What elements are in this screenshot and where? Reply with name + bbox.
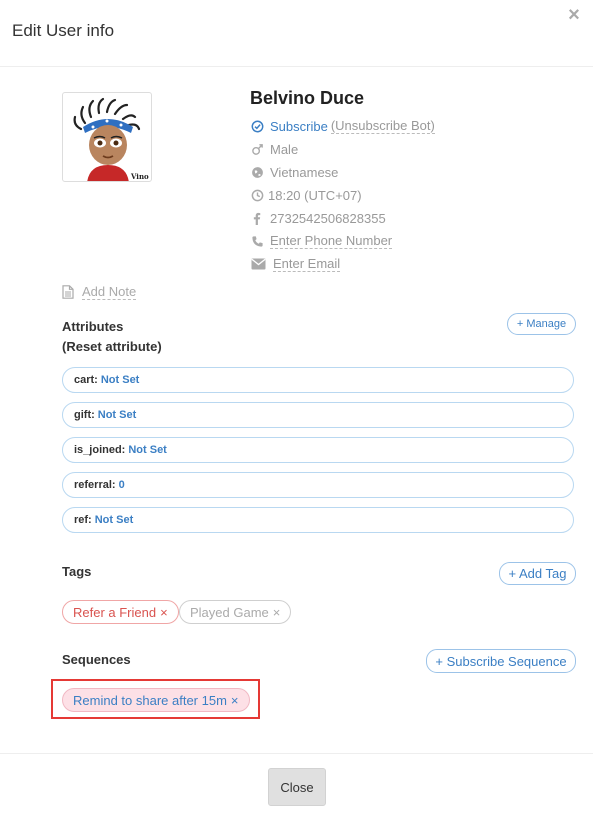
note-icon [62, 285, 74, 299]
remove-sequence-icon[interactable]: × [231, 693, 239, 708]
tag-label: Refer a Friend [73, 604, 157, 620]
attribute-value: Not Set [128, 444, 167, 456]
timezone-value: 18:20 (UTC+07) [268, 187, 362, 203]
email-row: Enter Email [250, 255, 341, 273]
attribute-value: Not Set [97, 409, 137, 421]
profile-name: Belvino Duce [250, 88, 365, 108]
attribute-key: is_joined: [74, 444, 126, 456]
phone-icon [250, 234, 264, 248]
attribute-row[interactable]: gift: Not Set [62, 402, 574, 428]
clock-icon [250, 188, 264, 202]
close-icon[interactable]: × [565, 5, 583, 25]
facebook-row: 2732542506828355 [250, 209, 386, 227]
sequence-chip[interactable]: Remind to share after 15m × [62, 688, 250, 712]
modal-header: Edit User info × [0, 0, 593, 67]
phone-input[interactable]: Enter Phone Number [270, 233, 393, 249]
avatar: Vino [62, 92, 152, 182]
remove-tag-icon[interactable]: × [160, 605, 168, 620]
avatar-caption: Vino [130, 172, 149, 181]
check-circle-icon [250, 119, 264, 133]
attribute-row[interactable]: ref: Not Set [62, 507, 574, 533]
add-note-label: Add Note [82, 284, 137, 300]
attribute-key: referral: [74, 479, 116, 491]
tag-chip[interactable]: Refer a Friend × [62, 600, 179, 624]
gender-value: Male [270, 141, 299, 157]
add-note[interactable]: Add Note [62, 284, 137, 300]
attributes-title: Attributes [62, 319, 124, 334]
attribute-row[interactable]: referral: 0 [62, 472, 574, 498]
attribute-row[interactable]: cart: Not Set [62, 367, 574, 393]
gender-row: Male [250, 140, 298, 158]
subscribe-row: Subscribe (Unsubscribe Bot) [250, 117, 435, 135]
tags-title: Tags [62, 564, 92, 579]
male-icon [250, 142, 264, 156]
facebook-icon [250, 211, 264, 225]
tag-chip[interactable]: Played Game × [179, 600, 292, 624]
attribute-value: 0 [118, 479, 125, 491]
globe-icon [250, 165, 264, 179]
attribute-value: Not Set [94, 514, 134, 526]
envelope-icon [250, 257, 266, 271]
attribute-value: Not Set [100, 374, 140, 386]
subscribe-sequence-button[interactable]: + Subscribe Sequence [426, 649, 576, 673]
unsubscribe-link[interactable]: (Unsubscribe Bot) [330, 118, 435, 134]
attribute-key: cart: [74, 374, 98, 386]
email-input[interactable]: Enter Email [273, 256, 341, 272]
modal-title: Edit User info [12, 21, 115, 40]
manage-attributes-button[interactable]: + Manage [507, 313, 576, 335]
close-button[interactable]: Close [268, 768, 326, 806]
sequence-label: Remind to share after 15m [73, 692, 227, 708]
locale-value: Vietnamese [270, 164, 339, 180]
locale-row: Vietnamese [250, 163, 338, 181]
attribute-row[interactable]: is_joined: Not Set [62, 437, 574, 463]
phone-row: Enter Phone Number [250, 232, 393, 250]
timezone-row: 18:20 (UTC+07) [250, 186, 362, 204]
tag-label: Played Game [190, 604, 269, 620]
subscribe-status: Subscribe [270, 118, 328, 134]
reset-attribute-link[interactable]: (Reset attribute) [62, 339, 162, 354]
facebook-id: 2732542506828355 [270, 210, 386, 226]
add-tag-button[interactable]: + Add Tag [499, 562, 576, 585]
attribute-key: gift: [74, 409, 95, 421]
sequences-title: Sequences [62, 652, 131, 667]
attribute-key: ref: [74, 514, 92, 526]
remove-tag-icon[interactable]: × [273, 605, 281, 620]
